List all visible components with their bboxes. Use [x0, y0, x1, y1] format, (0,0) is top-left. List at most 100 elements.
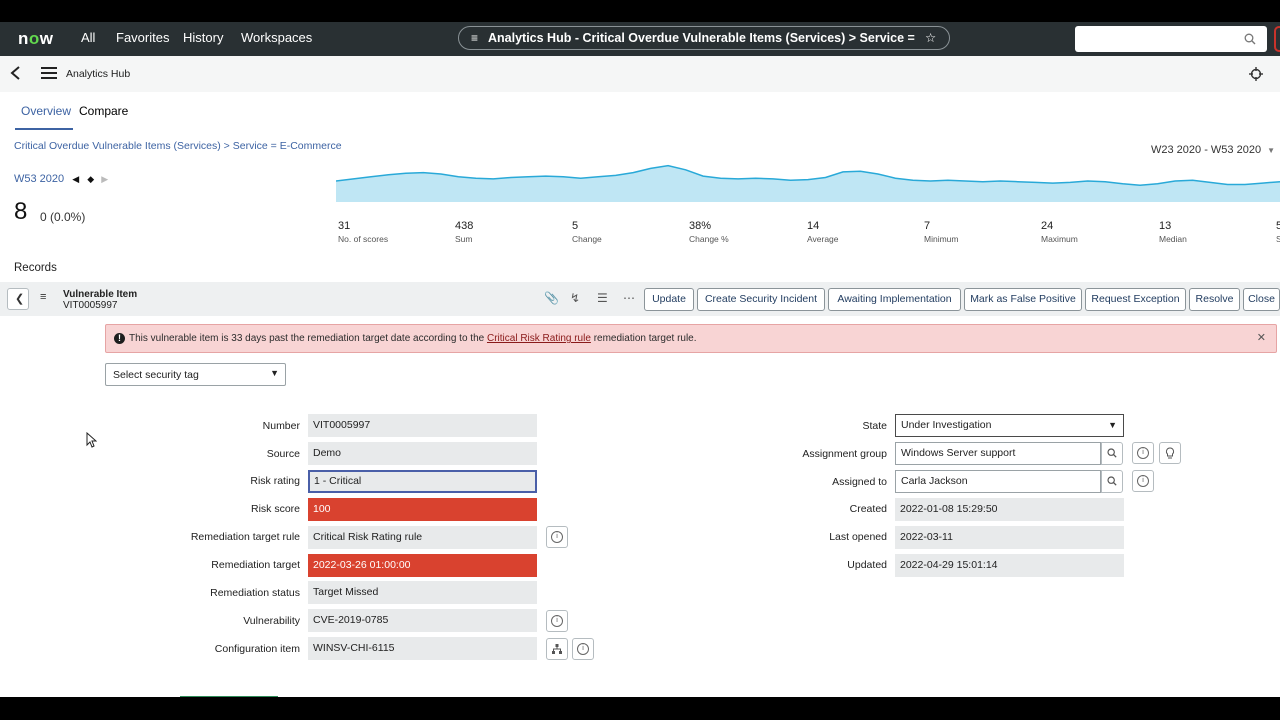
stat-label: Change %: [689, 234, 729, 244]
date-range-select[interactable]: W23 2020 - W53 2020 ▼: [1151, 144, 1275, 156]
info-icon: i: [551, 615, 563, 627]
field-label-number: Number: [262, 420, 300, 432]
last-opened-field: 2022-03-11: [895, 526, 1124, 549]
records-heading: Records: [14, 262, 57, 274]
resolve-button[interactable]: Resolve: [1189, 288, 1240, 311]
stat-value: 14: [807, 220, 820, 232]
settings-sliders-icon[interactable]: ☰: [597, 291, 608, 305]
next-period-icon[interactable]: ▶: [101, 174, 108, 184]
stat-value: 13: [1159, 220, 1172, 232]
state-select[interactable]: Under Investigation ▼: [895, 414, 1124, 437]
crosshair-icon[interactable]: [1249, 67, 1263, 81]
top-nav: now All Favorites History Workspaces ≡ A…: [0, 22, 1280, 56]
stat-median: 13 Median: [1159, 220, 1269, 244]
stat-label: Minimum: [924, 234, 959, 244]
field-label-risk-rating: Risk rating: [250, 475, 300, 487]
stat-label: S: [1276, 234, 1280, 244]
bottom-tab-indicator: [180, 696, 278, 697]
risk-rating-field[interactable]: 1 - Critical: [308, 470, 537, 493]
info-icon: i: [1137, 447, 1149, 459]
nav-history[interactable]: History: [183, 30, 223, 45]
remediation-status-field: Target Missed: [308, 581, 537, 604]
ci-info-button[interactable]: i: [572, 638, 594, 660]
back-arrow-icon[interactable]: [9, 65, 23, 81]
tab-overview[interactable]: Overview: [21, 104, 71, 118]
alert-message: This vulnerable item is 33 days past the…: [129, 325, 697, 352]
global-search-input[interactable]: [1075, 26, 1267, 52]
context-title: Analytics Hub - Critical Overdue Vulnera…: [488, 31, 916, 45]
stat-label: No. of scores: [338, 234, 389, 244]
source-field: Demo: [308, 442, 537, 465]
lightbulb-icon: [1165, 447, 1175, 459]
remediation-target-field: 2022-03-26 01:00:00: [308, 554, 537, 577]
mark-false-positive-button[interactable]: Mark as False Positive: [964, 288, 1082, 311]
awaiting-implementation-button[interactable]: Awaiting Implementation: [828, 288, 961, 311]
update-button[interactable]: Update: [644, 288, 694, 311]
stat-maximum: 24 Maximum: [1041, 220, 1151, 244]
hamburger-menu-icon[interactable]: [41, 67, 57, 79]
create-security-incident-button[interactable]: Create Security Incident: [697, 288, 825, 311]
stat-change-percent: 38% Change %: [689, 220, 799, 244]
field-label-assignment-group: Assignment group: [802, 448, 887, 460]
period-selector: W53 2020 ◀ ◆ ▶: [14, 173, 108, 185]
prev-period-icon[interactable]: ◀: [72, 174, 79, 184]
attachment-icon[interactable]: 📎: [544, 291, 559, 305]
stat-change: 5 Change: [572, 220, 682, 244]
context-pill[interactable]: ≡ Analytics Hub - Critical Overdue Vulne…: [458, 26, 950, 50]
suggestion-button[interactable]: [1159, 442, 1181, 464]
hierarchy-icon: [552, 644, 562, 654]
stat-value: 7: [924, 220, 931, 232]
field-label-risk-score: Risk score: [250, 503, 300, 515]
assignment-group-info-button[interactable]: i: [1132, 442, 1154, 464]
record-back-button[interactable]: ❮: [7, 288, 29, 310]
logo[interactable]: now: [18, 29, 54, 49]
overdue-alert: ! This vulnerable item is 33 days past t…: [105, 324, 1277, 353]
activity-icon[interactable]: ↯: [570, 291, 580, 305]
record-menu-icon[interactable]: ≡: [40, 291, 46, 303]
assignment-group-input[interactable]: Windows Server support: [895, 442, 1101, 465]
record-type: Vulnerable Item: [63, 289, 138, 300]
assignment-group-lookup-button[interactable]: [1101, 442, 1123, 465]
stat-value: 438: [455, 220, 474, 232]
score-change: 0 (0.0%): [40, 210, 86, 224]
error-icon: !: [114, 333, 125, 344]
star-icon[interactable]: ☆: [925, 27, 936, 49]
search-icon: [1244, 33, 1256, 45]
more-options-icon[interactable]: ⋯: [623, 291, 635, 305]
current-period-icon[interactable]: ◆: [87, 174, 94, 184]
dependency-map-button[interactable]: [546, 638, 568, 660]
header-title: Analytics Hub: [66, 68, 131, 80]
avatar[interactable]: [1274, 26, 1280, 52]
nav-favorites[interactable]: Favorites: [116, 30, 169, 45]
stat-minimum: 7 Minimum: [924, 220, 1034, 244]
alert-text: This vulnerable item is 33 days past the…: [129, 333, 485, 344]
request-exception-button[interactable]: Request Exception: [1085, 288, 1186, 311]
close-button[interactable]: Close: [1243, 288, 1280, 311]
vulnerability-field: CVE-2019-0785: [308, 609, 537, 632]
stat-truncated: 5S: [1276, 220, 1280, 244]
field-label-vulnerability: Vulnerability: [243, 615, 300, 627]
vulnerability-info-button[interactable]: i: [546, 610, 568, 632]
assigned-to-info-button[interactable]: i: [1132, 470, 1154, 492]
chevron-left-icon: ❮: [15, 293, 25, 305]
security-tag-select[interactable]: Select security tag ▼: [105, 363, 286, 386]
breadcrumb[interactable]: Critical Overdue Vulnerable Items (Servi…: [14, 140, 342, 152]
stat-label: Sum: [455, 234, 473, 244]
trend-sparkline[interactable]: [336, 160, 1280, 202]
close-icon[interactable]: ✕: [1257, 325, 1266, 352]
alert-rule-link[interactable]: Critical Risk Rating rule: [487, 333, 591, 344]
rule-info-button[interactable]: i: [546, 526, 568, 548]
assigned-to-input[interactable]: Carla Jackson: [895, 470, 1101, 493]
configuration-item-field: WINSV-CHI-6115: [308, 637, 537, 660]
nav-workspaces[interactable]: Workspaces: [241, 30, 312, 45]
field-label-remediation-target: Remediation target: [211, 559, 300, 571]
app-frame: now All Favorites History Workspaces ≡ A…: [0, 22, 1280, 697]
assigned-to-lookup-button[interactable]: [1101, 470, 1123, 493]
stat-value: 24: [1041, 220, 1054, 232]
search-icon: [1107, 476, 1117, 486]
stat-label: Change: [572, 234, 602, 244]
nav-all[interactable]: All: [81, 30, 95, 45]
tab-compare[interactable]: Compare: [79, 104, 128, 118]
field-label-state: State: [862, 420, 887, 432]
stat-label: Maximum: [1041, 234, 1078, 244]
